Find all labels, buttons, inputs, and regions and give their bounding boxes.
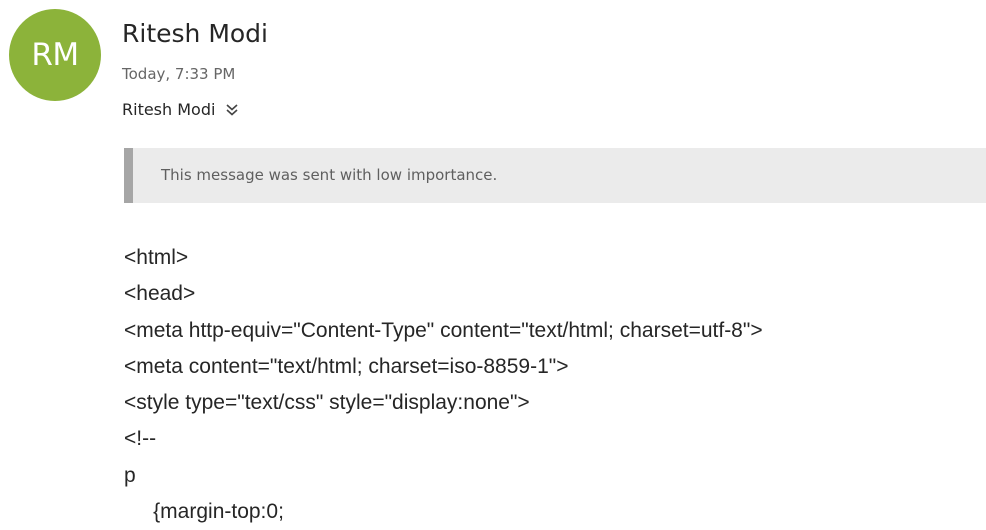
avatar-initials: RM [31,37,79,73]
double-chevron-down-icon[interactable] [225,102,239,116]
body-line: <meta http-equiv="Content-Type" content=… [124,318,763,342]
sender-avatar[interactable]: RM [9,9,101,101]
double-chevron-down-icon-svg [226,104,238,116]
body-line: <head> [124,282,196,306]
body-line: <!-- [124,427,157,451]
message-body: <html> <head> <meta http-equiv="Content-… [124,240,986,530]
sent-timestamp: Today, 7:33 PM [122,65,236,83]
importance-notice-text: This message was sent with low importanc… [161,166,498,184]
body-line: p [124,463,136,487]
recipient-name[interactable]: Ritesh Modi [122,100,215,119]
low-importance-notice: This message was sent with low importanc… [124,148,986,203]
body-line: {margin-top:0; [124,500,284,524]
recipient-row[interactable]: Ritesh Modi [122,96,239,122]
body-line: <html> [124,246,189,269]
sender-name[interactable]: Ritesh Modi [122,16,268,52]
body-line: <meta content="text/html; charset=iso-88… [124,354,569,378]
body-line: <style type="text/css" style="display:no… [124,391,530,415]
